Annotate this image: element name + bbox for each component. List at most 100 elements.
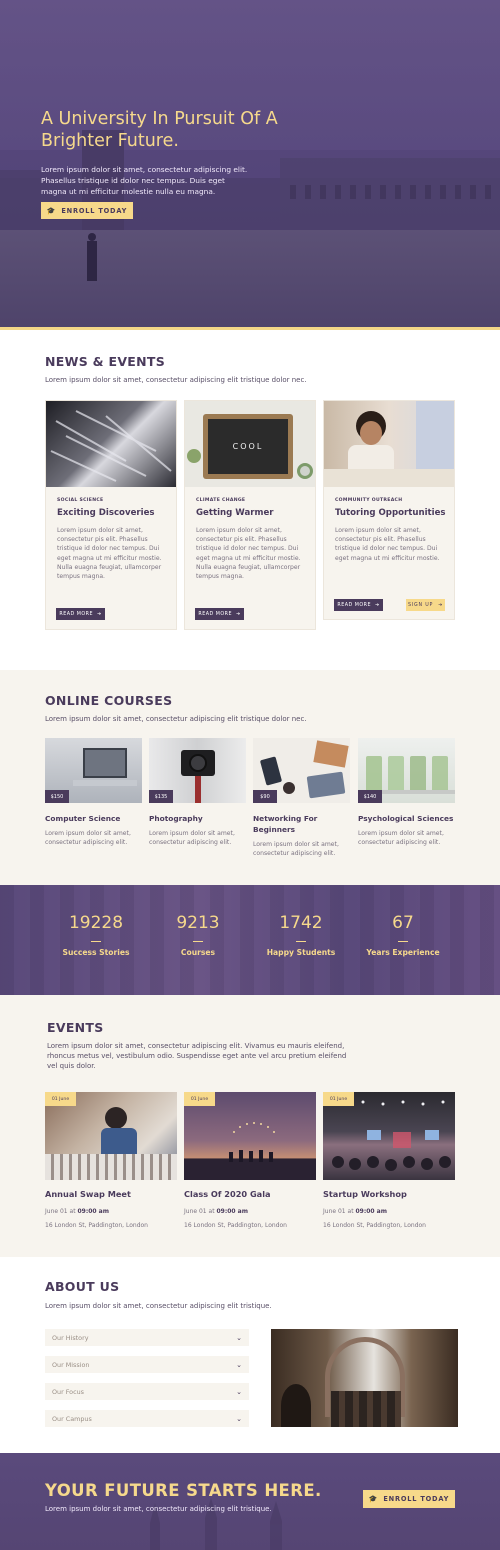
graduation-cap-icon: 🎓 <box>46 206 57 215</box>
chevron-down-icon: ⌄ <box>236 1360 242 1369</box>
sign-up-button[interactable]: SIGN UP ➔ <box>406 599 445 611</box>
tutoring-image <box>324 401 454 487</box>
stat-courses: 9213 Courses <box>143 913 253 957</box>
accordion-our-history[interactable]: Our History ⌄ <box>45 1329 249 1346</box>
enroll-today-label: ENROLL TODAY <box>383 1495 450 1503</box>
course-card-computer-science[interactable]: $150 Computer Science Lorem ipsum dolor … <box>45 738 142 848</box>
cta-enroll-today-button[interactable]: 🎓 ENROLL TODAY <box>363 1490 455 1508</box>
stat-number: 9213 <box>176 913 220 933</box>
stat-happy-students: 1742 Happy Students <box>246 913 356 957</box>
about-us-lead: Lorem ipsum dolor sit amet, consectetur … <box>45 1302 272 1310</box>
enroll-today-button[interactable]: 🎓 ENROLL TODAY <box>41 202 133 219</box>
arrow-right-icon: ➔ <box>97 611 102 617</box>
online-courses-title: ONLINE COURSES <box>45 693 173 708</box>
stat-label: Courses <box>180 948 216 957</box>
online-courses-section: ONLINE COURSES Lorem ipsum dolor sit ame… <box>0 670 500 885</box>
event-title: Class Of 2020 Gala <box>184 1189 271 1199</box>
stat-number: 67 <box>392 913 414 933</box>
events-section: EVENTS Lorem ipsum dolor sit amet, conse… <box>0 995 500 1257</box>
card-text: Lorem ipsum dolor sit amet, consectetur … <box>57 527 162 581</box>
card-tag: SOCIAL SCIENCE <box>57 498 104 503</box>
cta-section: YOUR FUTURE STARTS HERE. Lorem ipsum dol… <box>0 1453 500 1550</box>
about-us-title: ABOUT US <box>45 1279 120 1294</box>
events-title: EVENTS <box>47 1020 104 1035</box>
event-card-class-of-2020-gala[interactable]: 01 June Class Of 2020 Gala June 01 at 09… <box>184 1092 316 1232</box>
read-more-button[interactable]: READ MORE ➔ <box>56 608 105 620</box>
event-title: Startup Workshop <box>323 1189 407 1199</box>
accordion-our-focus[interactable]: Our Focus ⌄ <box>45 1383 249 1400</box>
hero-text: Lorem ipsum dolor sit amet, consectetur … <box>41 165 248 196</box>
person-silhouette <box>87 233 97 281</box>
course-card-networking[interactable]: $90 Networking For Beginners Lorem ipsum… <box>253 738 350 858</box>
card-title: Tutoring Opportunities <box>335 508 446 518</box>
card-title: Getting Warmer <box>196 508 274 518</box>
stats-section: 19228 Success Stories 9213 Courses 1742 … <box>0 885 500 995</box>
read-more-label: READ MORE <box>337 602 372 608</box>
event-place: 16 London St, Paddington, London <box>45 1222 148 1229</box>
event-place: 16 London St, Paddington, London <box>323 1222 426 1229</box>
date-badge: 01 June <box>184 1092 215 1106</box>
course-title: Networking For Beginners <box>253 814 318 834</box>
cta-title: YOUR FUTURE STARTS HERE. <box>45 1481 322 1500</box>
event-title: Annual Swap Meet <box>45 1189 131 1199</box>
stat-years-experience: 67 Years Experience <box>348 913 458 957</box>
read-more-button[interactable]: READ MORE ➔ <box>195 608 244 620</box>
price-badge: $150 <box>45 790 69 803</box>
hero-section: A University In Pursuit Of A Brighter Fu… <box>0 0 500 330</box>
news-card-tutoring-opportunities: COMMUNITY OUTREACH Tutoring Opportunitie… <box>323 400 455 620</box>
price-badge: $135 <box>149 790 173 803</box>
campus-hall-image <box>271 1329 458 1427</box>
news-card-getting-warmer: COOL CLIMATE CHANGE Getting Warmer Lorem… <box>184 400 316 630</box>
course-card-photography[interactable]: $135 Photography Lorem ipsum dolor sit a… <box>149 738 246 848</box>
sign-up-label: SIGN UP <box>407 602 434 608</box>
accordion-our-mission[interactable]: Our Mission ⌄ <box>45 1356 249 1373</box>
event-time: June 01 at 09:00 am <box>323 1208 387 1215</box>
read-more-label: READ MORE <box>198 611 233 617</box>
card-title: Exciting Discoveries <box>57 508 155 518</box>
hero-title: A University In Pursuit Of A Brighter Fu… <box>41 109 278 151</box>
course-title: Computer Science <box>45 814 121 823</box>
course-text: Lorem ipsum dolor sit amet, consectetur … <box>45 830 131 846</box>
accordion-our-campus[interactable]: Our Campus ⌄ <box>45 1410 249 1427</box>
chalkboard-image: COOL <box>185 401 315 487</box>
online-courses-lead: Lorem ipsum dolor sit amet, consectetur … <box>45 715 307 723</box>
course-title: Photography <box>149 814 203 823</box>
chevron-down-icon: ⌄ <box>236 1387 242 1396</box>
event-time: June 01 at 09:00 am <box>184 1208 248 1215</box>
stat-number: 19228 <box>68 913 124 933</box>
chalkboard-text: COOL <box>208 419 288 474</box>
event-card-startup-workshop[interactable]: 01 June Startup Workshop June 01 at 09:0… <box>323 1092 455 1232</box>
news-events-title: NEWS & EVENTS <box>45 354 166 369</box>
glassware-image <box>46 401 176 487</box>
read-more-label: READ MORE <box>59 611 94 617</box>
stat-success-stories: 19228 Success Stories <box>41 913 151 957</box>
course-text: Lorem ipsum dolor sit amet, consectetur … <box>253 841 339 857</box>
stat-label: Happy Students <box>266 948 336 957</box>
event-place: 16 London St, Paddington, London <box>184 1222 287 1229</box>
arrow-right-icon: ➔ <box>438 602 444 608</box>
course-text: Lorem ipsum dolor sit amet, consectetur … <box>149 830 235 846</box>
stat-label: Success Stories <box>62 948 130 957</box>
price-badge: $140 <box>358 790 382 803</box>
chevron-down-icon: ⌄ <box>236 1414 242 1423</box>
card-text: Lorem ipsum dolor sit amet, consectetur … <box>196 527 301 581</box>
date-badge: 01 June <box>323 1092 354 1106</box>
event-card-annual-swap-meet[interactable]: 01 June Annual Swap Meet June 01 at 09:0… <box>45 1092 177 1232</box>
news-card-exciting-discoveries: SOCIAL SCIENCE Exciting Discoveries Lore… <box>45 400 177 630</box>
course-card-psychological-sciences[interactable]: $140 Psychological Sciences Lorem ipsum … <box>358 738 455 848</box>
arrow-right-icon: ➔ <box>375 602 380 608</box>
price-badge: $90 <box>253 790 277 803</box>
graduation-cap-icon: 🎓 <box>368 1495 379 1503</box>
events-lead: Lorem ipsum dolor sit amet, consectetur … <box>47 1042 347 1070</box>
cta-text: Lorem ipsum dolor sit amet, consectetur … <box>45 1505 272 1513</box>
read-more-button[interactable]: READ MORE ➔ <box>334 599 383 611</box>
course-text: Lorem ipsum dolor sit amet, consectetur … <box>358 830 444 846</box>
card-tag: CLIMATE CHANGE <box>196 498 246 503</box>
card-tag: COMMUNITY OUTREACH <box>335 498 403 503</box>
stat-number: 1742 <box>279 913 323 933</box>
date-badge: 01 June <box>45 1092 76 1106</box>
enroll-today-label: ENROLL TODAY <box>61 206 128 215</box>
event-time: June 01 at 09:00 am <box>45 1208 109 1215</box>
stat-label: Years Experience <box>366 948 440 957</box>
chevron-down-icon: ⌄ <box>236 1333 242 1342</box>
